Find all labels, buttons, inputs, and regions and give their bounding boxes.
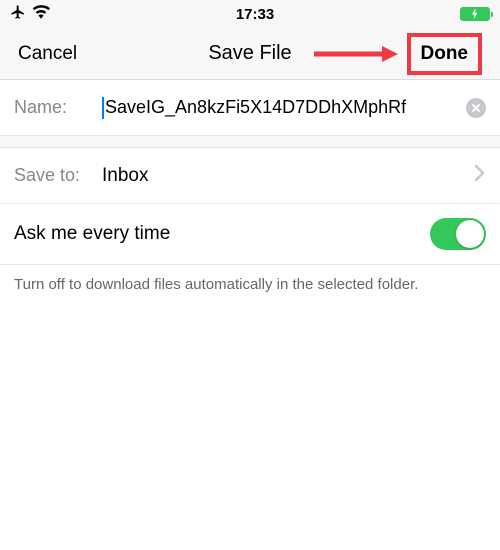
name-label: Name: [14,97,102,118]
wifi-icon [32,5,50,24]
page-title: Save File [208,42,291,65]
filename-input[interactable] [105,97,466,118]
row-spacer [0,136,500,148]
battery-icon [460,7,490,21]
name-row[interactable]: Name: [0,80,500,136]
footer-description: Turn off to download files automatically… [0,265,500,305]
save-to-value: Inbox [102,165,474,187]
status-left [10,4,50,25]
ask-toggle-switch[interactable] [430,218,486,250]
chevron-right-icon [474,164,486,187]
annotation-highlight: Done [407,33,483,75]
save-to-label: Save to: [14,165,102,186]
done-button[interactable]: Done [421,43,469,65]
status-right [460,7,490,21]
airplane-mode-icon [10,4,26,25]
status-bar: 17:33 [0,0,500,28]
status-time: 17:33 [236,6,274,23]
annotation-arrow [314,44,398,64]
clear-text-icon[interactable] [466,98,486,118]
ask-toggle-label: Ask me every time [14,223,170,245]
ask-toggle-row: Ask me every time [0,204,500,265]
text-cursor [102,97,104,119]
cancel-button[interactable]: Cancel [18,43,77,65]
nav-bar: Cancel Save File Done [0,28,500,80]
save-to-row[interactable]: Save to: Inbox [0,148,500,204]
